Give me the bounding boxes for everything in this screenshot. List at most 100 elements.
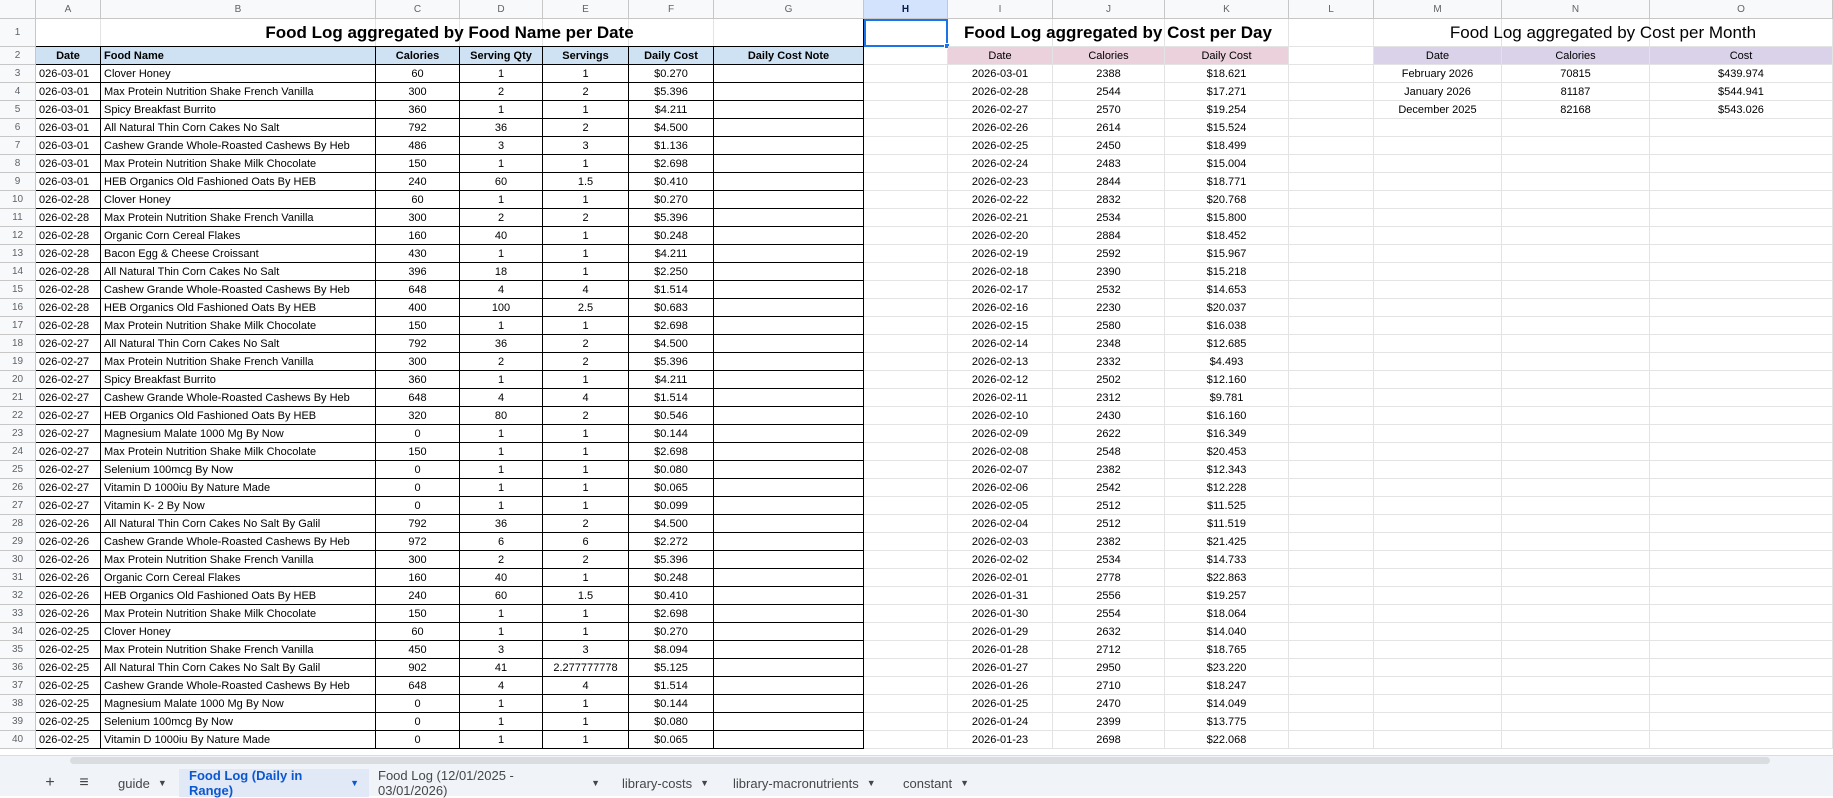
food-log-cell[interactable]: 2: [460, 353, 543, 371]
daily-cost-cell[interactable]: 2230: [1053, 299, 1165, 317]
grid-cell[interactable]: [1374, 641, 1502, 659]
food-log-cell[interactable]: 026-02-26: [36, 533, 101, 551]
daily-cost-cell[interactable]: $15.800: [1165, 209, 1289, 227]
sheet-tab-library-costs[interactable]: library-costs ▼: [612, 769, 720, 797]
daily-cost-cell[interactable]: 2026-02-18: [948, 263, 1053, 281]
daily-cost-cell[interactable]: $19.257: [1165, 587, 1289, 605]
daily-cost-cell[interactable]: $22.068: [1165, 731, 1289, 749]
food-log-cell[interactable]: 1.5: [543, 587, 629, 605]
food-log-cell[interactable]: 40: [460, 227, 543, 245]
grid-cell[interactable]: [1374, 623, 1502, 641]
grid-cell[interactable]: [1289, 317, 1374, 335]
grid-cell[interactable]: [1502, 623, 1650, 641]
food-log-cell[interactable]: 1: [460, 731, 543, 749]
food-log-cell[interactable]: Clover Honey: [101, 65, 376, 83]
food-log-cell[interactable]: 1: [460, 101, 543, 119]
food-log-cell[interactable]: 150: [376, 443, 460, 461]
food-log-cell[interactable]: $2.698: [629, 605, 714, 623]
grid-cell[interactable]: [864, 623, 948, 641]
grid-cell[interactable]: [1289, 389, 1374, 407]
grid-cell[interactable]: [864, 389, 948, 407]
grid-cell[interactable]: [1374, 533, 1502, 551]
food-log-cell[interactable]: 1: [543, 65, 629, 83]
column-header-d[interactable]: D: [460, 0, 543, 19]
food-log-cell[interactable]: Max Protein Nutrition Shake French Vanil…: [101, 209, 376, 227]
daily-cost-cell[interactable]: $11.525: [1165, 497, 1289, 515]
grid-cell[interactable]: [1289, 101, 1374, 119]
daily-cost-cell[interactable]: 2483: [1053, 155, 1165, 173]
grid-cell[interactable]: [1502, 659, 1650, 677]
grid-cell[interactable]: [1650, 443, 1833, 461]
food-log-cell[interactable]: [714, 569, 864, 587]
food-log-cell[interactable]: [714, 497, 864, 515]
food-log-cell[interactable]: 1: [460, 317, 543, 335]
food-log-cell[interactable]: $5.396: [629, 551, 714, 569]
grid-cell[interactable]: [1502, 299, 1650, 317]
grid-cell[interactable]: [1502, 317, 1650, 335]
food-log-cell[interactable]: 4: [543, 677, 629, 695]
food-log-cell[interactable]: [714, 155, 864, 173]
sheet-tab-food-log-daily-in-range[interactable]: Food Log (Daily in Range) ▼: [179, 768, 369, 798]
food-log-cell[interactable]: $0.270: [629, 65, 714, 83]
grid-cell[interactable]: [864, 659, 948, 677]
food-log-cell[interactable]: 2.5: [543, 299, 629, 317]
food-log-cell[interactable]: 792: [376, 335, 460, 353]
daily-cost-cell[interactable]: 2884: [1053, 227, 1165, 245]
daily-cost-cell[interactable]: 2470: [1053, 695, 1165, 713]
food-log-cell[interactable]: 100: [460, 299, 543, 317]
column-header-h[interactable]: H: [864, 0, 948, 19]
daily-cost-cell[interactable]: $15.004: [1165, 155, 1289, 173]
food-log-cell[interactable]: 026-02-26: [36, 551, 101, 569]
food-log-cell[interactable]: $0.144: [629, 695, 714, 713]
food-log-cell[interactable]: $0.546: [629, 407, 714, 425]
food-log-cell[interactable]: 6: [543, 533, 629, 551]
daily-cost-cell[interactable]: 2026-02-03: [948, 533, 1053, 551]
food-log-cell[interactable]: Organic Corn Cereal Flakes: [101, 569, 376, 587]
monthly-cost-cell[interactable]: 82168: [1502, 101, 1650, 119]
monthly-cost-cell[interactable]: $543.026: [1650, 101, 1833, 119]
food-log-cell[interactable]: 026-02-27: [36, 461, 101, 479]
grid-cell[interactable]: [864, 119, 948, 137]
row-header[interactable]: 27: [0, 497, 36, 515]
daily-cost-cell[interactable]: 2698: [1053, 731, 1165, 749]
food-log-cell[interactable]: Vitamin D 1000iu By Nature Made: [101, 479, 376, 497]
grid-cell[interactable]: [1374, 263, 1502, 281]
food-log-cell[interactable]: 1: [460, 245, 543, 263]
grid-cell[interactable]: [864, 155, 948, 173]
food-log-cell[interactable]: 648: [376, 389, 460, 407]
daily-cost-cell[interactable]: 2592: [1053, 245, 1165, 263]
food-log-cell[interactable]: $0.248: [629, 569, 714, 587]
food-log-cell[interactable]: 2: [543, 335, 629, 353]
food-log-cell[interactable]: 0: [376, 713, 460, 731]
grid-cell[interactable]: [864, 101, 948, 119]
food-log-cell[interactable]: 300: [376, 209, 460, 227]
daily-cost-cell[interactable]: 2450: [1053, 137, 1165, 155]
food-log-cell[interactable]: 026-02-27: [36, 335, 101, 353]
grid-cell[interactable]: [1502, 569, 1650, 587]
daily-cost-cell[interactable]: 2556: [1053, 587, 1165, 605]
food-log-cell[interactable]: 1: [460, 497, 543, 515]
food-log-cell[interactable]: 026-03-01: [36, 173, 101, 191]
row-header[interactable]: 37: [0, 677, 36, 695]
food-log-cell[interactable]: 60: [376, 65, 460, 83]
grid-cell[interactable]: [1650, 119, 1833, 137]
grid-cell[interactable]: [864, 407, 948, 425]
grid-cell[interactable]: [1374, 281, 1502, 299]
daily-cost-cell[interactable]: 2026-01-25: [948, 695, 1053, 713]
food-log-cell[interactable]: 360: [376, 101, 460, 119]
grid-cell[interactable]: [864, 551, 948, 569]
grid-cell[interactable]: [1650, 371, 1833, 389]
food-log-cell[interactable]: $5.396: [629, 209, 714, 227]
food-log-cell[interactable]: 1: [543, 605, 629, 623]
monthly-cost-cell[interactable]: January 2026: [1374, 83, 1502, 101]
row-header[interactable]: 29: [0, 533, 36, 551]
daily-cost-cell[interactable]: 2712: [1053, 641, 1165, 659]
food-log-cell[interactable]: $1.514: [629, 389, 714, 407]
food-log-cell[interactable]: 026-02-28: [36, 245, 101, 263]
row-header[interactable]: 4: [0, 83, 36, 101]
grid-cell[interactable]: [1374, 677, 1502, 695]
grid-cell[interactable]: [864, 191, 948, 209]
food-log-cell[interactable]: 1: [460, 371, 543, 389]
food-log-cell[interactable]: 0: [376, 497, 460, 515]
grid-cell[interactable]: [1374, 389, 1502, 407]
